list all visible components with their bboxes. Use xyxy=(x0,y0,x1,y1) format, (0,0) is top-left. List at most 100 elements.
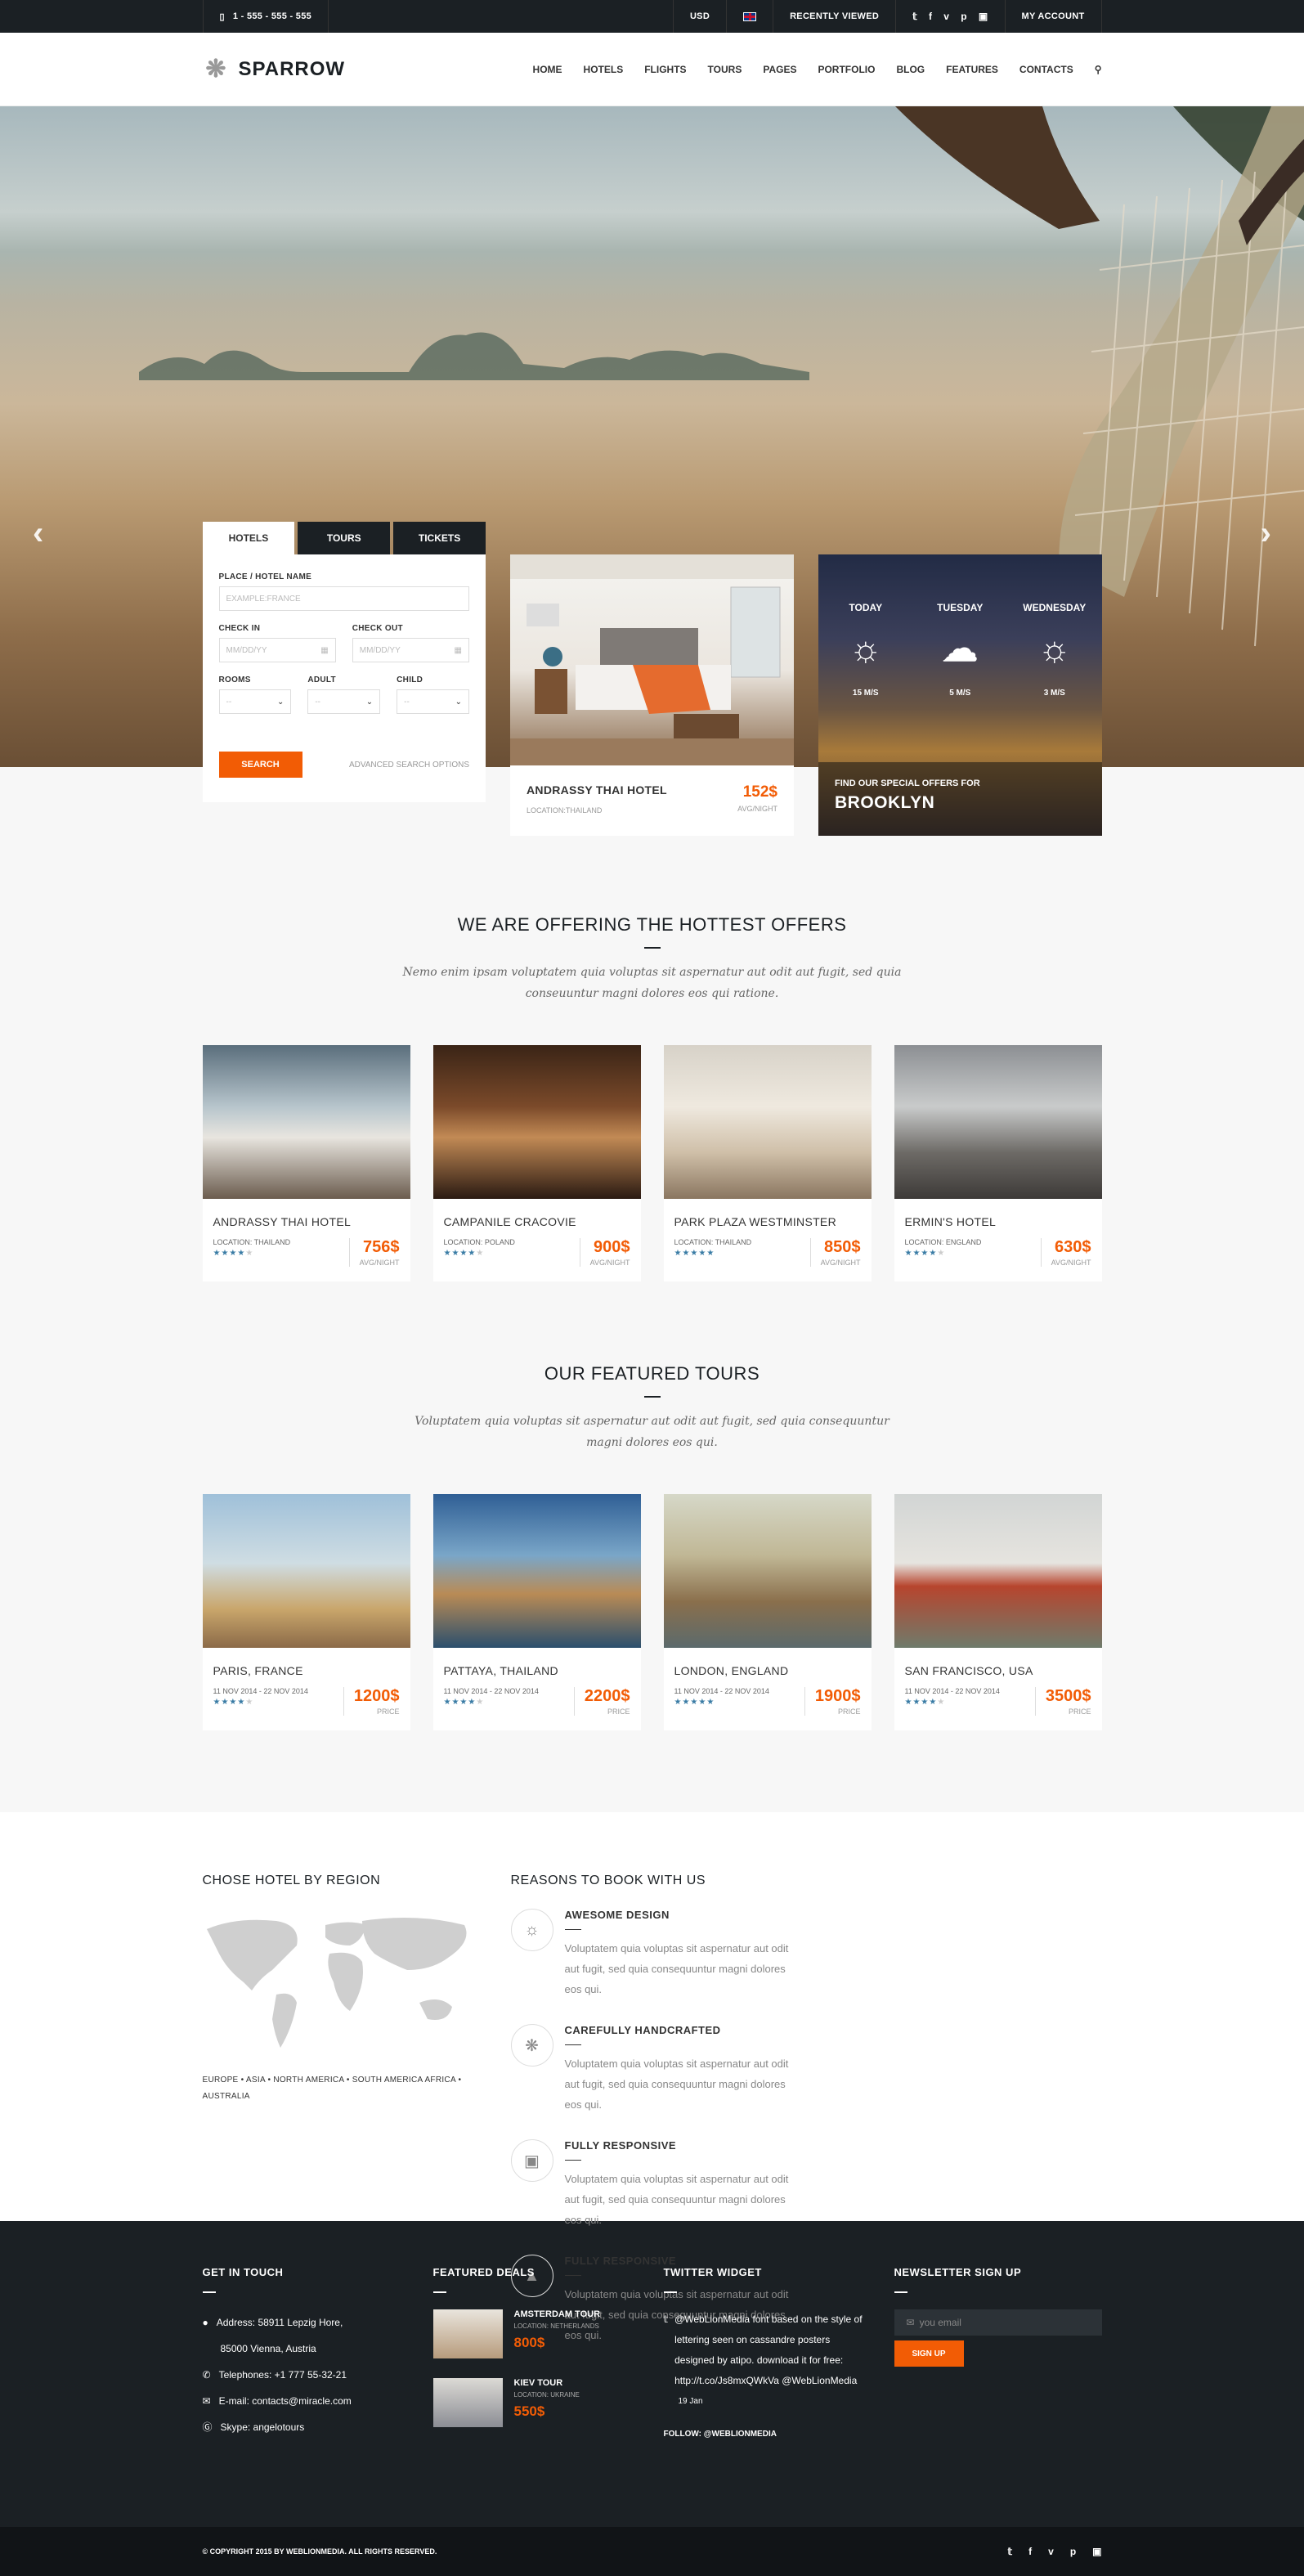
recently-viewed-link[interactable]: RECENTLY VIEWED xyxy=(773,0,895,33)
offer-price-unit: AVG/NIGHT xyxy=(359,1259,400,1267)
recently-viewed-label: RECENTLY VIEWED xyxy=(790,11,880,21)
phone-icon: ✆ xyxy=(202,2369,211,2381)
tweet-date: 19 Jan xyxy=(678,2397,703,2406)
tab-hotels[interactable]: HOTELS xyxy=(202,522,295,554)
deal-price: 800$ xyxy=(513,2335,545,2350)
skype-line[interactable]: Ⓖ Skype: angelotours xyxy=(203,2414,410,2440)
tour-card[interactable]: PATTAYA, THAILAND 11 NOV 2014 - 22 NOV 20… xyxy=(432,1494,641,1730)
email-text: E-mail: contacts@miracle.com xyxy=(218,2395,352,2407)
world-map[interactable] xyxy=(203,1913,486,2052)
menu-item-contacts[interactable]: CONTACTS xyxy=(1019,64,1073,75)
facebook-icon[interactable]: f xyxy=(929,11,932,22)
rooms-select[interactable]: -- ⌄ xyxy=(218,689,292,714)
slider-prev-arrow[interactable]: ‹ xyxy=(33,515,43,552)
skype-icon: Ⓖ xyxy=(202,2421,213,2433)
mail-icon: ✉ xyxy=(906,2317,915,2328)
sun-icon: ☼ xyxy=(849,629,882,669)
language-select[interactable] xyxy=(726,0,773,33)
reason-item: ❋ CAREFULLY HANDCRAFTED Voluptatem quia vo… xyxy=(510,2024,817,2115)
tour-card[interactable]: SAN FRANCISCO, USA 11 NOV 2014 - 22 NOV 2… xyxy=(894,1494,1102,1730)
offer-name: PARK PLAZA WESTMINSTER xyxy=(674,1215,836,1228)
instagram-icon[interactable]: ▣ xyxy=(979,11,988,22)
menu-item-hotels[interactable]: HOTELS xyxy=(584,64,624,75)
instagram-icon[interactable]: ▣ xyxy=(1092,2546,1101,2557)
menu-item-pages[interactable]: PAGES xyxy=(763,64,796,75)
slider-next-arrow[interactable]: › xyxy=(1261,515,1271,552)
my-account-label: MY ACCOUNT xyxy=(1021,11,1085,21)
offer-location: LOCATION: POLAND xyxy=(443,1238,515,1246)
offer-image xyxy=(894,1045,1102,1199)
checkout-input[interactable]: MM/DD/YY ▦ xyxy=(352,638,469,662)
wind-speed: 5 M/S xyxy=(949,689,971,698)
offer-card[interactable]: ERMIN'S HOTEL LOCATION: ENGLAND ★★★★★ 630$ A… xyxy=(894,1045,1102,1281)
search-icon[interactable]: ⚲ xyxy=(1095,64,1102,75)
calendar-icon: ▦ xyxy=(320,645,329,655)
menu-item-flights[interactable]: FLIGHTS xyxy=(644,64,686,75)
tour-name: PATTAYA, THAILAND xyxy=(443,1664,558,1677)
offer-card[interactable]: ANDRASSY THAI HOTEL LOCATION: THAILAND ★★★… xyxy=(202,1045,410,1281)
deal-item[interactable]: AMSTERDAM TOUR LOCATION: NETHERLANDS 800$ xyxy=(432,2309,641,2358)
tour-dates: 11 NOV 2014 - 22 NOV 2014 xyxy=(213,1687,308,1695)
phone-icon: ▯ xyxy=(219,11,225,22)
menu-item-portfolio[interactable]: PORTFOLIO xyxy=(818,64,875,75)
menu-item-tours[interactable]: TOURS xyxy=(708,64,742,75)
logo[interactable]: ❋ SPARROW xyxy=(203,56,346,83)
tour-price: 2200$ xyxy=(584,1687,630,1705)
title-divider xyxy=(643,947,661,949)
weather-day-wednesday: WEDNESDAY ☼ 3 M/S xyxy=(1018,602,1091,698)
adult-select[interactable]: -- ⌄ xyxy=(307,689,381,714)
offer-card[interactable]: CAMPANILE CRACOVIE LOCATION: POLAND ★★★★★ 9… xyxy=(432,1045,641,1281)
bedroom-illustration xyxy=(510,554,794,765)
sun-icon: ☼ xyxy=(1037,629,1071,669)
follow-link[interactable]: FOLLOW: @WEBLIONMEDIA xyxy=(664,2430,872,2439)
map-pin-icon: ● xyxy=(202,2317,208,2328)
reason-item: ▣ FULLY RESPONSIVE Voluptatem quia volupta… xyxy=(510,2139,817,2230)
pinterest-icon[interactable]: p xyxy=(1070,2546,1076,2557)
place-input[interactable]: EXAMPLE:FRANCE xyxy=(218,586,469,611)
twitter-icon[interactable]: 𝕥 xyxy=(1008,2546,1013,2557)
checkin-input[interactable]: MM/DD/YY ▦ xyxy=(218,638,336,662)
rooms-label: ROOMS xyxy=(218,675,251,684)
weather-day-label: TODAY xyxy=(849,602,883,613)
currency-select[interactable]: USD xyxy=(672,0,726,33)
weather-day-tuesday: TUESDAY ☁ 5 M/S xyxy=(923,602,997,698)
tab-tours[interactable]: TOURS xyxy=(298,522,391,554)
deal-price: 550$ xyxy=(513,2403,545,2419)
tour-card[interactable]: LONDON, ENGLAND 11 NOV 2014 - 22 NOV 2014… xyxy=(663,1494,872,1730)
tour-name: SAN FRANCISCO, USA xyxy=(904,1664,1033,1677)
vimeo-icon[interactable]: v xyxy=(1048,2546,1054,2557)
twitter-icon[interactable]: 𝕥 xyxy=(912,11,917,22)
offer-price-unit: AVG/NIGHT xyxy=(1051,1259,1091,1267)
vimeo-icon[interactable]: v xyxy=(943,11,949,22)
my-account-link[interactable]: MY ACCOUNT xyxy=(1004,0,1102,33)
menu-item-home[interactable]: HOME xyxy=(533,64,562,75)
newsletter-email-input[interactable]: ✉ you email xyxy=(894,2309,1102,2336)
copyright-bar: © COPYRIGHT 2015 BY WEBLIONMEDIA. ALL RI… xyxy=(0,2527,1304,2576)
chevron-down-icon: ⌄ xyxy=(276,697,285,707)
tab-tickets[interactable]: TICKETS xyxy=(393,522,486,554)
pinterest-icon[interactable]: p xyxy=(961,11,967,22)
offers-list: ANDRASSY THAI HOTEL LOCATION: THAILAND ★★★… xyxy=(202,1045,1102,1281)
menu-item-blog[interactable]: BLOG xyxy=(896,64,925,75)
facebook-icon[interactable]: f xyxy=(1028,2546,1032,2557)
offer-price: 900$ xyxy=(594,1238,630,1256)
email-line[interactable]: ✉ E-mail: contacts@miracle.com xyxy=(203,2388,410,2414)
address-line-1: ● Address: 58911 Lepzig Hore, xyxy=(203,2309,410,2336)
offer-price-unit: AVG/NIGHT xyxy=(589,1259,630,1267)
child-select[interactable]: -- ⌄ xyxy=(397,689,469,714)
offer-name: ANDRASSY THAI HOTEL xyxy=(213,1215,352,1228)
offer-card[interactable]: PARK PLAZA WESTMINSTER LOCATION: THAILAND… xyxy=(663,1045,872,1281)
tour-dates: 11 NOV 2014 - 22 NOV 2014 xyxy=(674,1687,769,1695)
region-links[interactable]: EUROPE • ASIA • NORTH AMERICA • SOUTH AM… xyxy=(203,2072,486,2105)
reason-title: CAREFULLY HANDCRAFTED xyxy=(564,2024,721,2036)
tweet: 𝕥 @WebLionMedia font based on the style o… xyxy=(664,2309,872,2391)
main-navigation: ❋ SPARROW HOME HOTELS FLIGHTS TOURS PAGE… xyxy=(0,33,1304,106)
tours-intro: Voluptatem quia voluptas sit aspernatur … xyxy=(415,1415,889,1449)
deal-item[interactable]: KIEV TOUR LOCATION: UKRAINE 550$ xyxy=(432,2378,641,2427)
region-section: CHOSE HOTEL BY REGION EUROPE • ASIA • NO… xyxy=(0,1812,1304,2341)
logo-text: SPARROW xyxy=(238,58,346,80)
offer-price: 630$ xyxy=(1055,1238,1091,1256)
signup-button[interactable]: SIGN UP xyxy=(894,2340,964,2367)
menu-item-features[interactable]: FEATURES xyxy=(946,64,998,75)
tour-card[interactable]: PARIS, FRANCE 11 NOV 2014 - 22 NOV 2014 ★★… xyxy=(202,1494,410,1730)
